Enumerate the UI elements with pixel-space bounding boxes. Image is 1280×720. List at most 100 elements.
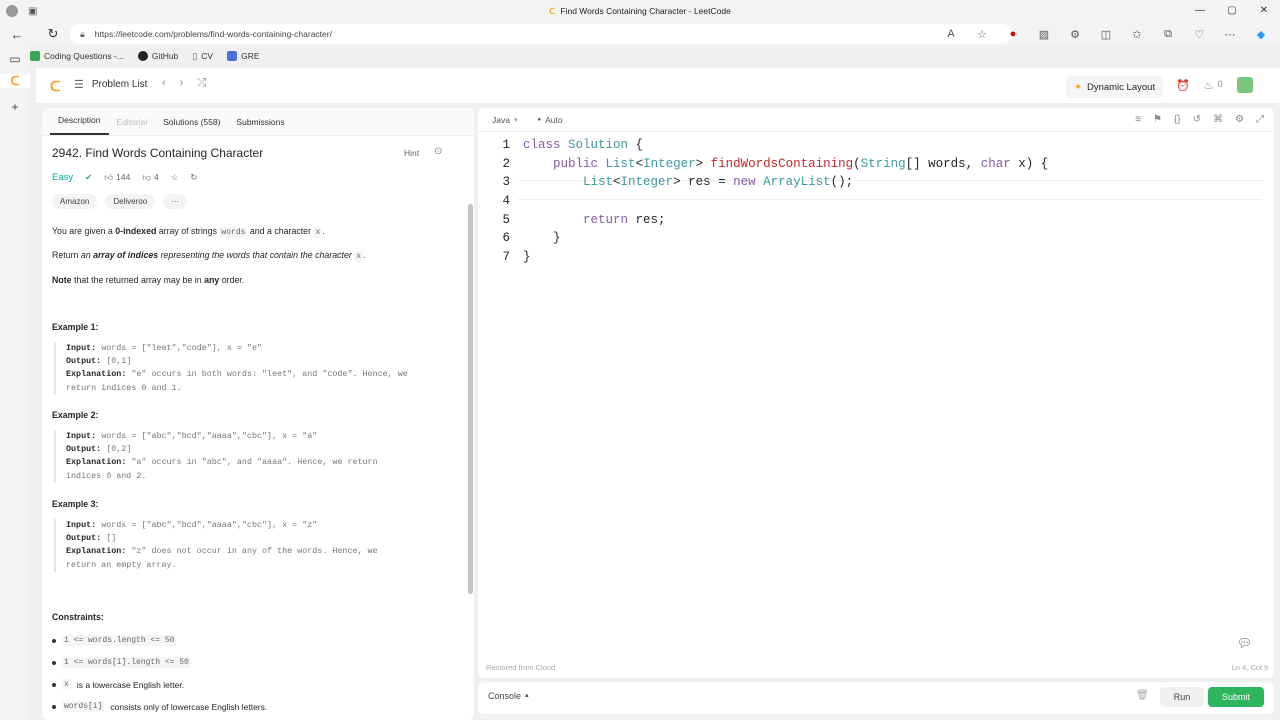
collections-icon[interactable]: ⧉ [1157, 28, 1179, 41]
favorite-star-icon[interactable]: ☆ [971, 28, 993, 41]
example-3-title: Example 3: [52, 499, 99, 509]
notes-icon[interactable]: ≡ [1135, 114, 1141, 125]
dot-icon: ● [537, 116, 542, 123]
cursor-position: Ln 4, Col 9 [1231, 663, 1268, 672]
url-field[interactable]: 🔒︎ https://leetcode.com/problems/find-wo… [70, 24, 1012, 44]
tab-editorial[interactable]: Editorial [109, 108, 156, 136]
tag-deliveroo[interactable]: Deliveroo [105, 194, 156, 209]
refresh-icon[interactable]: ↻ [42, 26, 64, 42]
constraints-title: Constraints: [52, 612, 104, 622]
settings-icon[interactable]: ⚙ [1235, 114, 1244, 125]
shortcuts-icon[interactable]: ⌘ [1213, 114, 1223, 125]
bookmark-coding-questions[interactable]: Coding Questions -... [30, 51, 124, 61]
description-panel: Description Editorial Solutions (558) Su… [42, 108, 474, 720]
description-tabs: Description Editorial Solutions (558) Su… [42, 108, 474, 136]
dynamic-layout-button[interactable]: ✦ Dynamic Layout [1066, 76, 1164, 98]
next-problem-icon[interactable]: › [180, 77, 184, 90]
description-scrollbar[interactable] [468, 204, 473, 594]
chevron-down-icon: ▾ [513, 116, 518, 124]
maximize-icon[interactable]: ▢ [1216, 0, 1248, 22]
bookmark-cv[interactable]: ▯ CV [192, 51, 213, 62]
code-line: 3 List<Integer> res = new ArrayList(); [502, 175, 854, 190]
company-tags: Amazon Deliveroo ··· [52, 194, 188, 209]
problem-list-button[interactable]: ☰ Problem List [74, 78, 147, 91]
list-icon: ☰ [74, 79, 84, 91]
github-icon [137, 51, 148, 61]
editor-toolbar: Java ▾ ● Auto ≡ ⚑ {} ↺ ⌘ ⚙ ⤢ [478, 108, 1274, 132]
autocomplete-mode[interactable]: ● Auto [537, 115, 562, 125]
reset-icon[interactable]: ↺ [1193, 114, 1201, 125]
code-line: 6 } [502, 231, 561, 246]
info-icon[interactable]: ⊙ [434, 146, 442, 157]
thumbs-up-icon: 👍︎ [104, 172, 114, 182]
chat-icon[interactable]: 💬︎ [1237, 636, 1252, 650]
leetcode-logo-icon[interactable]: ᑕ [50, 78, 60, 95]
random-problem-icon[interactable]: ⤮ [197, 77, 206, 90]
extension-icon[interactable]: ▨ [1033, 28, 1055, 41]
code-area[interactable]: 1 class Solution { 2 public List<Integer>… [478, 136, 1268, 267]
problem-title[interactable]: 2942. Find Words Containing Character [52, 146, 263, 160]
tag-more[interactable]: ··· [163, 194, 188, 209]
split-screen-icon[interactable]: ◫ [1095, 28, 1117, 41]
tab-description[interactable]: Description [50, 108, 109, 135]
read-aloud-icon[interactable]: A [940, 28, 962, 40]
tag-amazon[interactable]: Amazon [52, 194, 98, 209]
leetcode-app: ᑕ ☰ Problem List ‹ › ⤮ ✦ Dynamic Layout … [36, 68, 1280, 720]
submit-button[interactable]: Submit [1208, 687, 1264, 707]
opera-extension-icon[interactable]: ● [1002, 28, 1024, 40]
favorites-icon[interactable]: ✩ [1126, 28, 1148, 41]
constraint-item: words[i] consists only of lowercase Engl… [52, 701, 267, 712]
prev-problem-icon[interactable]: ‹ [162, 77, 166, 90]
code-editor-panel: Java ▾ ● Auto ≡ ⚑ {} ↺ ⌘ ⚙ ⤢ 1 class Solu… [478, 108, 1274, 678]
constraint-item: x is a lowercase English letter. [52, 679, 184, 690]
streak-button[interactable]: ♨ 0 [1204, 79, 1223, 92]
run-button[interactable]: Run [1160, 687, 1204, 707]
console-bar: Console ▴ 🗑︎ Run Submit [478, 682, 1274, 714]
star-icon[interactable]: ☆ [171, 172, 179, 183]
bookmarks-bar: Coding Questions -... GitHub ▯ CV GRE [30, 46, 260, 66]
description-content: 2942. Find Words Containing Character Hi… [42, 136, 474, 720]
hint-button[interactable]: Hint [404, 148, 419, 158]
trash-icon[interactable]: 🗑︎ [1136, 690, 1149, 701]
avatar[interactable] [1236, 77, 1253, 93]
tab-submissions[interactable]: Submissions [228, 108, 292, 136]
timer-icon[interactable]: ⏰ [1176, 79, 1190, 92]
address-bar-row: ← ↻ 🔒︎ https://leetcode.com/problems/fin… [0, 22, 1280, 46]
share-icon[interactable]: ↻ [190, 172, 197, 183]
example-1-block: Input: words = ["leet","code"], x = "e" … [54, 342, 452, 395]
page-icon: ▯ [192, 50, 198, 61]
desc-paragraph-2: Return an array of indices representing … [52, 250, 366, 262]
browser-essentials-icon[interactable]: ♡ [1188, 28, 1210, 41]
code-line: 5 return res; [502, 212, 666, 227]
tab-actions-icon[interactable]: ▭ [0, 52, 30, 66]
console-toggle[interactable]: Console ▴ [488, 691, 529, 701]
new-tab-icon[interactable]: + [0, 100, 30, 114]
close-icon[interactable]: ✕ [1248, 0, 1280, 22]
like-button[interactable]: 👍︎ 144 [104, 172, 130, 183]
format-braces-icon[interactable]: {} [1174, 114, 1181, 125]
more-menu-icon[interactable]: ⋯ [1219, 28, 1241, 41]
settings-extension-icon[interactable]: ⚙ [1064, 28, 1086, 41]
sparkle-icon: ✦ [1074, 81, 1082, 93]
sheets-icon [30, 51, 40, 61]
minimize-icon[interactable]: — [1184, 0, 1216, 22]
example-1-title: Example 1: [52, 322, 99, 332]
bookmark-icon[interactable]: ⚑ [1153, 114, 1162, 125]
language-select[interactable]: Java ▾ [492, 115, 517, 125]
window-title: ᑕ Find Words Containing Character - Leet… [549, 5, 731, 17]
site-info-icon[interactable]: 🔒︎ [80, 29, 85, 40]
problem-meta: Easy ✔ 👍︎ 144 👎︎ 4 ☆ ↻ [52, 172, 197, 183]
fullscreen-icon[interactable]: ⤢ [1256, 114, 1264, 125]
example-3-block: Input: words = ["abc","bcd","aaaa","cbc"… [54, 519, 452, 572]
example-2-block: Input: words = ["abc","bcd","aaaa","cbc"… [54, 430, 452, 483]
window-titlebar: ▣ ᑕ Find Words Containing Character - Le… [0, 0, 1280, 22]
solved-check-icon: ✔ [85, 172, 93, 182]
back-icon[interactable]: ← [6, 27, 28, 42]
copilot-icon[interactable]: ◆ [1250, 28, 1272, 41]
tab-solutions[interactable]: Solutions (558) [155, 108, 228, 136]
code-line: 7} [502, 250, 531, 265]
leetcode-tab-icon[interactable]: ᑕ [0, 74, 30, 88]
bookmark-gre[interactable]: GRE [227, 51, 260, 61]
bookmark-github[interactable]: GitHub [137, 51, 178, 61]
dislike-button[interactable]: 👎︎ 4 [142, 172, 158, 183]
